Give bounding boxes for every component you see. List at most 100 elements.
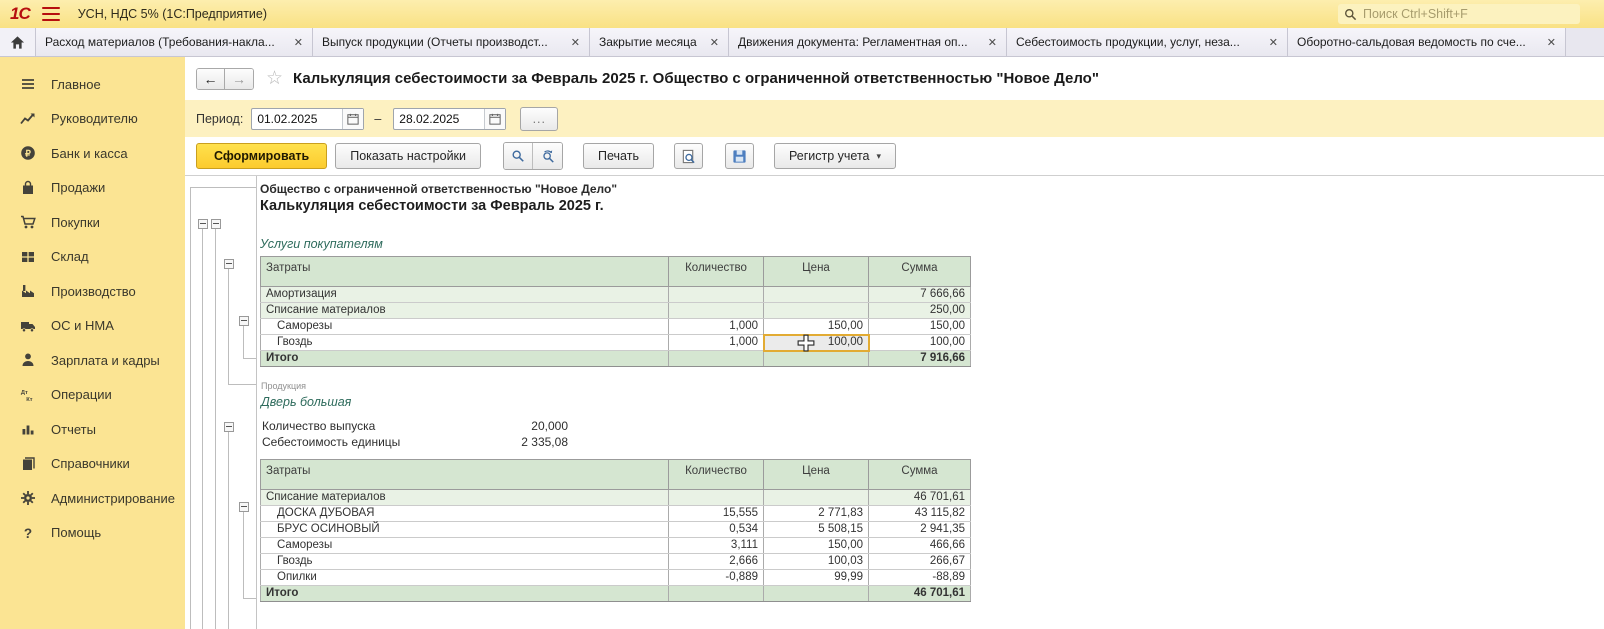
- collapse-button[interactable]: [239, 502, 249, 512]
- table-cell[interactable]: 2 771,83: [764, 506, 869, 522]
- column-header[interactable]: Затраты: [261, 257, 669, 287]
- table-cell[interactable]: [764, 287, 869, 303]
- table-cell[interactable]: Амортизация: [261, 287, 669, 303]
- calendar-button[interactable]: [484, 109, 505, 129]
- generate-button[interactable]: Сформировать: [196, 143, 327, 169]
- table-cell[interactable]: 1,000: [669, 335, 764, 351]
- sidebar-item-factory[interactable]: Производство: [0, 274, 185, 309]
- tab-5[interactable]: Себестоимость продукции, услуг, неза...✕: [1007, 28, 1288, 56]
- tab-close-icon[interactable]: ✕: [1269, 36, 1278, 49]
- global-search-input[interactable]: Поиск Ctrl+Shift+F: [1338, 4, 1580, 24]
- find-next-button[interactable]: [533, 143, 562, 169]
- period-to-value[interactable]: 28.02.2025: [394, 112, 484, 126]
- tab-close-icon[interactable]: ✕: [710, 36, 719, 49]
- table-cell[interactable]: -0,889: [669, 570, 764, 586]
- tab-close-icon[interactable]: ✕: [988, 36, 997, 49]
- table-cell[interactable]: 43 115,82: [869, 506, 971, 522]
- tab-1[interactable]: Расход материалов (Требования-накла...✕: [36, 28, 313, 56]
- sidebar-item-trend[interactable]: Руководителю: [0, 102, 185, 137]
- period-to-field[interactable]: 28.02.2025: [393, 108, 506, 130]
- table-cell[interactable]: 0,534: [669, 522, 764, 538]
- table-cell[interactable]: 46 701,61: [869, 490, 971, 506]
- table-cell[interactable]: Списание материалов: [261, 303, 669, 319]
- tab-2[interactable]: Выпуск продукции (Отчеты производст...✕: [313, 28, 590, 56]
- table-cell[interactable]: Опилки: [261, 570, 669, 586]
- find-button[interactable]: [504, 143, 533, 169]
- table-cell[interactable]: Списание материалов: [261, 490, 669, 506]
- table-cell[interactable]: Гвоздь: [261, 554, 669, 570]
- sidebar-item-question[interactable]: ?Помощь: [0, 516, 185, 551]
- main-menu-icon[interactable]: [42, 7, 60, 21]
- table-cell[interactable]: Итого: [261, 351, 669, 367]
- column-header[interactable]: Сумма: [869, 460, 971, 490]
- save-button[interactable]: [725, 143, 754, 169]
- table-cell[interactable]: ДОСКА ДУБОВАЯ: [261, 506, 669, 522]
- table-cell[interactable]: 7 666,66: [869, 287, 971, 303]
- collapse-button[interactable]: [224, 259, 234, 269]
- sidebar-item-chart[interactable]: Отчеты: [0, 412, 185, 447]
- sidebar-item-gear[interactable]: Администрирование: [0, 481, 185, 516]
- sidebar-item-warehouse[interactable]: Склад: [0, 240, 185, 275]
- table-cell[interactable]: [764, 586, 869, 602]
- table-cell[interactable]: 99,99: [764, 570, 869, 586]
- table-cell[interactable]: [669, 287, 764, 303]
- table-cell[interactable]: [669, 586, 764, 602]
- column-header[interactable]: Цена: [764, 257, 869, 287]
- table-cell[interactable]: Саморезы: [261, 538, 669, 554]
- print-button[interactable]: Печать: [583, 143, 654, 169]
- table-cell[interactable]: Итого: [261, 586, 669, 602]
- sidebar-item-menu[interactable]: Главное: [0, 67, 185, 102]
- register-dropdown-button[interactable]: Регистр учета▾: [774, 143, 896, 169]
- sidebar-item-books[interactable]: Справочники: [0, 447, 185, 482]
- table-cell[interactable]: 15,555: [669, 506, 764, 522]
- collapse-button[interactable]: [224, 422, 234, 432]
- table-cell[interactable]: 150,00: [869, 319, 971, 335]
- period-from-field[interactable]: 01.02.2025: [251, 108, 364, 130]
- sidebar-item-cart[interactable]: Покупки: [0, 205, 185, 240]
- sidebar-item-truck[interactable]: ОС и НМА: [0, 309, 185, 344]
- home-tab[interactable]: [0, 28, 36, 56]
- table-cell[interactable]: 1,000: [669, 319, 764, 335]
- column-header[interactable]: Сумма: [869, 257, 971, 287]
- tab-close-icon[interactable]: ✕: [294, 36, 303, 49]
- print-preview-button[interactable]: [674, 143, 703, 169]
- show-settings-button[interactable]: Показать настройки: [335, 143, 481, 169]
- product-field-row[interactable]: Себестоимость единицы2 335,08: [262, 435, 568, 449]
- sidebar-item-person[interactable]: Зарплата и кадры: [0, 343, 185, 378]
- table-cell[interactable]: 46 701,61: [869, 586, 971, 602]
- table-cell[interactable]: 466,66: [869, 538, 971, 554]
- collapse-button[interactable]: [198, 219, 208, 229]
- table-cell[interactable]: [669, 490, 764, 506]
- tab-close-icon[interactable]: ✕: [571, 36, 580, 49]
- calendar-button[interactable]: [342, 109, 363, 129]
- column-header[interactable]: Количество: [669, 460, 764, 490]
- table-cell[interactable]: [669, 351, 764, 367]
- collapse-button[interactable]: [239, 316, 249, 326]
- column-header[interactable]: Цена: [764, 460, 869, 490]
- table-cell[interactable]: 5 508,15: [764, 522, 869, 538]
- favorite-star-icon[interactable]: ☆: [266, 67, 283, 90]
- table-cell[interactable]: 2 941,35: [869, 522, 971, 538]
- column-header[interactable]: Затраты: [261, 460, 669, 490]
- tab-6[interactable]: Оборотно-сальдовая ведомость по сче...✕: [1288, 28, 1566, 56]
- period-more-button[interactable]: ...: [520, 107, 558, 131]
- table-cell[interactable]: 7 916,66: [869, 351, 971, 367]
- tab-4[interactable]: Движения документа: Регламентная оп...✕: [729, 28, 1007, 56]
- table-cell[interactable]: 266,67: [869, 554, 971, 570]
- table-cell[interactable]: 100,03: [764, 554, 869, 570]
- table-cell[interactable]: 150,00: [764, 538, 869, 554]
- table-cell[interactable]: 100,00: [869, 335, 971, 351]
- table-cell[interactable]: БРУС ОСИНОВЫЙ: [261, 522, 669, 538]
- table-cell[interactable]: -88,89: [869, 570, 971, 586]
- period-from-value[interactable]: 01.02.2025: [252, 112, 342, 126]
- table-cell[interactable]: 150,00: [764, 319, 869, 335]
- sidebar-item-ruble[interactable]: ₽Банк и касса: [0, 136, 185, 171]
- table-cell[interactable]: [764, 490, 869, 506]
- table-cell[interactable]: 250,00: [869, 303, 971, 319]
- table-cell[interactable]: 2,666: [669, 554, 764, 570]
- table-cell[interactable]: 3,111: [669, 538, 764, 554]
- table-cell[interactable]: [764, 303, 869, 319]
- selected-cell[interactable]: 100,00: [764, 335, 869, 351]
- tab-close-icon[interactable]: ✕: [1547, 36, 1556, 49]
- product-field-row[interactable]: Количество выпуска20,000: [262, 419, 568, 433]
